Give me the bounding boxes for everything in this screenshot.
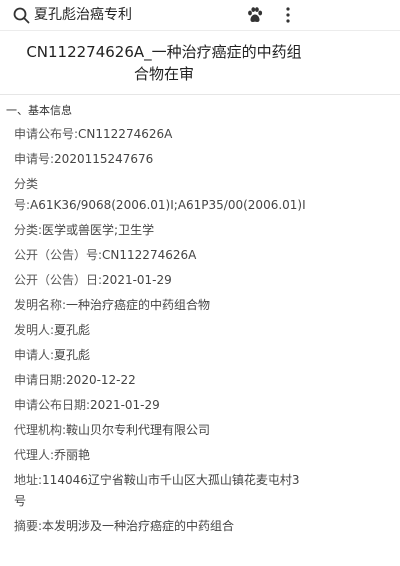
field-label: 发明名称: [14,298,67,312]
field-label: 代理人: [14,448,55,462]
info-row-applicant: 申请人:夏孔彪 [0,343,312,368]
info-row-publication-date: 申请公布日期:2021-01-29 [0,393,312,418]
info-row-category: 分类:医学或兽医学;卫生学 [0,218,312,243]
field-value: CN112274626A [78,127,173,141]
top-bar: 夏孔彪治癌专利 [0,0,400,31]
more-vertical-icon[interactable] [280,5,296,25]
field-label: 申请日期: [14,373,67,387]
paw-icon[interactable] [246,6,264,24]
info-row-abstract: 摘要:本发明涉及一种治疗癌症的中药组合 [0,514,312,539]
field-value: 114046辽宁省鞍山市千山区大孤山镇花麦屯村3号 [14,473,300,508]
info-row-inventor: 发明人:夏孔彪 [0,318,312,343]
field-value: 2020-12-22 [66,373,136,387]
field-label: 分类: [14,223,43,237]
field-value: 2021-01-29 [90,398,160,412]
field-value: 2020115247676 [54,152,154,166]
field-value: 一种治疗癌症的中药组合物 [66,298,211,312]
field-label: 公开（公告）日: [14,273,103,287]
info-row-announcement-number: 公开（公告）号:CN112274626A [0,243,312,268]
info-row-publication-number: 申请公布号:CN112274626A [0,122,312,147]
field-value: 乔丽艳 [54,448,91,462]
info-row-application-number: 申请号:2020115247676 [0,147,312,172]
info-row-agency: 代理机构:鞍山贝尔专利代理有限公司 [0,418,312,443]
field-label: 申请公布号: [14,127,79,141]
field-value: CN112274626A [102,248,197,262]
field-label: 申请号: [14,152,55,166]
field-value: 鞍山贝尔专利代理有限公司 [66,423,211,437]
info-list: 申请公布号:CN112274626A 申请号:2020115247676 分类号… [0,122,312,539]
search-icon[interactable] [13,7,30,24]
field-value: 夏孔彪 [54,348,91,362]
info-row-invention-name: 发明名称:一种治疗癌症的中药组合物 [0,293,312,318]
section-heading: 一、基本信息 [6,104,72,117]
field-label: 代理机构: [14,423,67,437]
info-row-announcement-date: 公开（公告）日:2021-01-29 [0,268,312,293]
field-label: 申请人: [14,348,55,362]
field-value: 本发明涉及一种治疗癌症的中药组合 [42,519,235,533]
title-area: CN112274626A_一种治疗癌症的中药组合物在审 [0,30,400,95]
field-label: 申请公布日期: [14,398,91,412]
info-row-agent: 代理人:乔丽艳 [0,443,312,468]
field-label: 地址: [14,473,43,487]
field-label: 发明人: [14,323,55,337]
info-row-address: 地址:114046辽宁省鞍山市千山区大孤山镇花麦屯村3号 [0,468,312,514]
field-value: 医学或兽医学;卫生学 [42,223,155,237]
field-value: 2021-01-29 [102,273,172,287]
field-label: 摘要: [14,519,43,533]
page-title: CN112274626A_一种治疗癌症的中药组合物在审 [26,43,302,83]
field-label: 公开（公告）号: [14,248,103,262]
search-query[interactable]: 夏孔彪治癌专利 [34,5,132,25]
info-row-classification-code: 分类号:A61K36/9068(2006.01)I;A61P35/00(2006… [0,172,312,218]
info-row-application-date: 申请日期:2020-12-22 [0,368,312,393]
field-value: A61K36/9068(2006.01)I;A61P35/00(2006.01)… [30,198,306,212]
field-value: 夏孔彪 [54,323,91,337]
